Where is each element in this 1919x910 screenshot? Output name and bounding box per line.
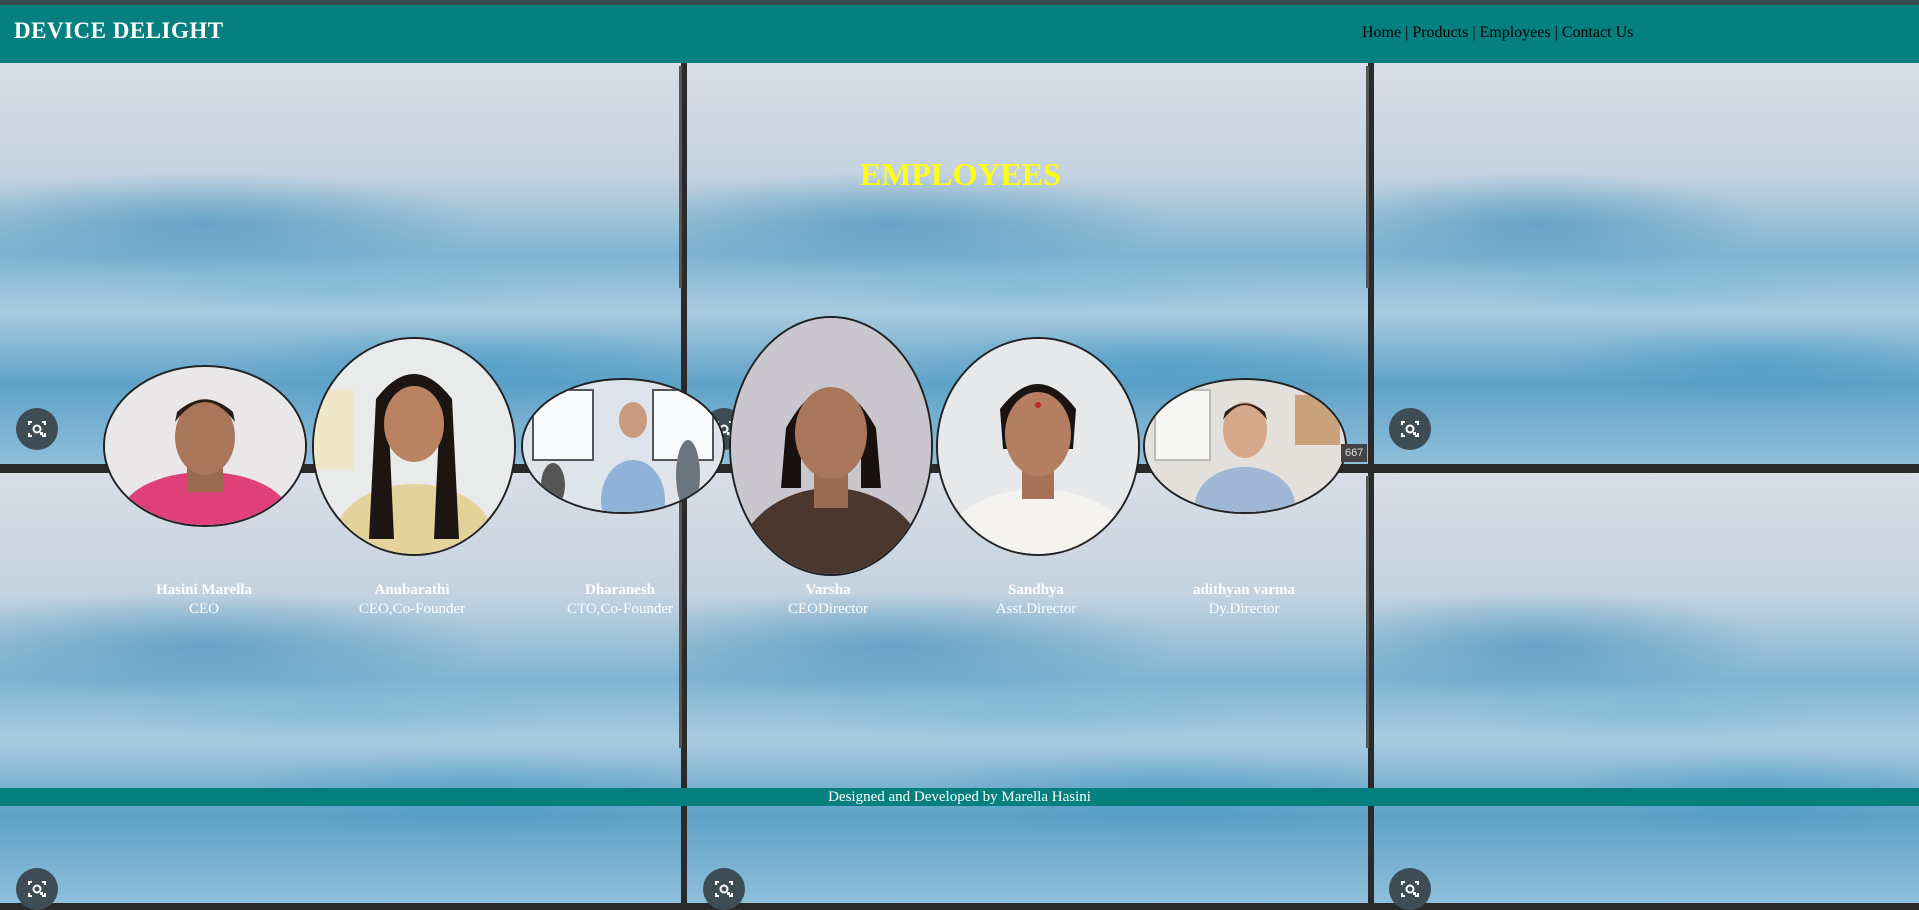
- scrollbar[interactable]: [1366, 476, 1369, 748]
- background-tile: [0, 473, 681, 903]
- nav-separator: |: [1550, 24, 1562, 41]
- background-tile: [1374, 63, 1919, 464]
- footer-credit: Designed and Developed by Marella Hasini: [828, 789, 1091, 805]
- employee-role: Dy.Director: [1208, 601, 1280, 617]
- employee-name: adithyan varma: [1192, 582, 1296, 598]
- employee-name: Dharanesh: [584, 582, 655, 598]
- employee-role: CEO,Co-Founder: [358, 601, 466, 617]
- nav-products-link[interactable]: Products: [1412, 24, 1468, 41]
- lens-camera-icon[interactable]: [1389, 868, 1431, 910]
- page-title: EMPLOYEES: [860, 156, 1061, 192]
- lens-camera-icon[interactable]: [1389, 408, 1431, 450]
- employee-photo: [936, 337, 1140, 556]
- nav-separator: |: [1401, 24, 1413, 41]
- employee-name: Sandhya: [1008, 582, 1064, 598]
- scrollbar[interactable]: [1366, 66, 1369, 288]
- employee-photo: [103, 365, 307, 527]
- employee-role: CEODirector: [788, 601, 868, 617]
- employee-photo: [521, 378, 725, 514]
- site-footer: Designed and Developed by Marella Hasini: [0, 788, 1919, 806]
- scrollbar[interactable]: [679, 66, 682, 288]
- employee-photo: [1143, 378, 1347, 514]
- background-tile: [1374, 473, 1919, 903]
- employee-name: Varsha: [805, 582, 851, 598]
- employee-photo: [312, 337, 516, 556]
- nav-contact-link[interactable]: Contact Us: [1562, 24, 1634, 41]
- employee-role: CTO,Co-Founder: [567, 601, 673, 617]
- lens-camera-icon[interactable]: [703, 868, 745, 910]
- employee-photo: [729, 316, 933, 576]
- employee-name: Hasini Marella: [156, 582, 252, 598]
- nav-employees-link[interactable]: Employees: [1480, 24, 1551, 41]
- main-nav: Home | Products | Employees | Contact Us: [1362, 24, 1633, 42]
- employee-role: Asst.Director: [995, 601, 1077, 617]
- lens-camera-icon[interactable]: [16, 868, 58, 910]
- nav-separator: |: [1468, 24, 1480, 41]
- brand-logo-text: DEVICE DELIGHT: [14, 18, 224, 43]
- lens-camera-icon[interactable]: [16, 408, 58, 450]
- employee-role: CEO: [189, 601, 219, 617]
- employee-name: Anubarathi: [374, 582, 450, 598]
- site-header: DEVICE DELIGHT Home | Products | Employe…: [0, 5, 1919, 63]
- nav-home-link[interactable]: Home: [1362, 24, 1401, 41]
- overlay-badge: 667: [1341, 444, 1368, 462]
